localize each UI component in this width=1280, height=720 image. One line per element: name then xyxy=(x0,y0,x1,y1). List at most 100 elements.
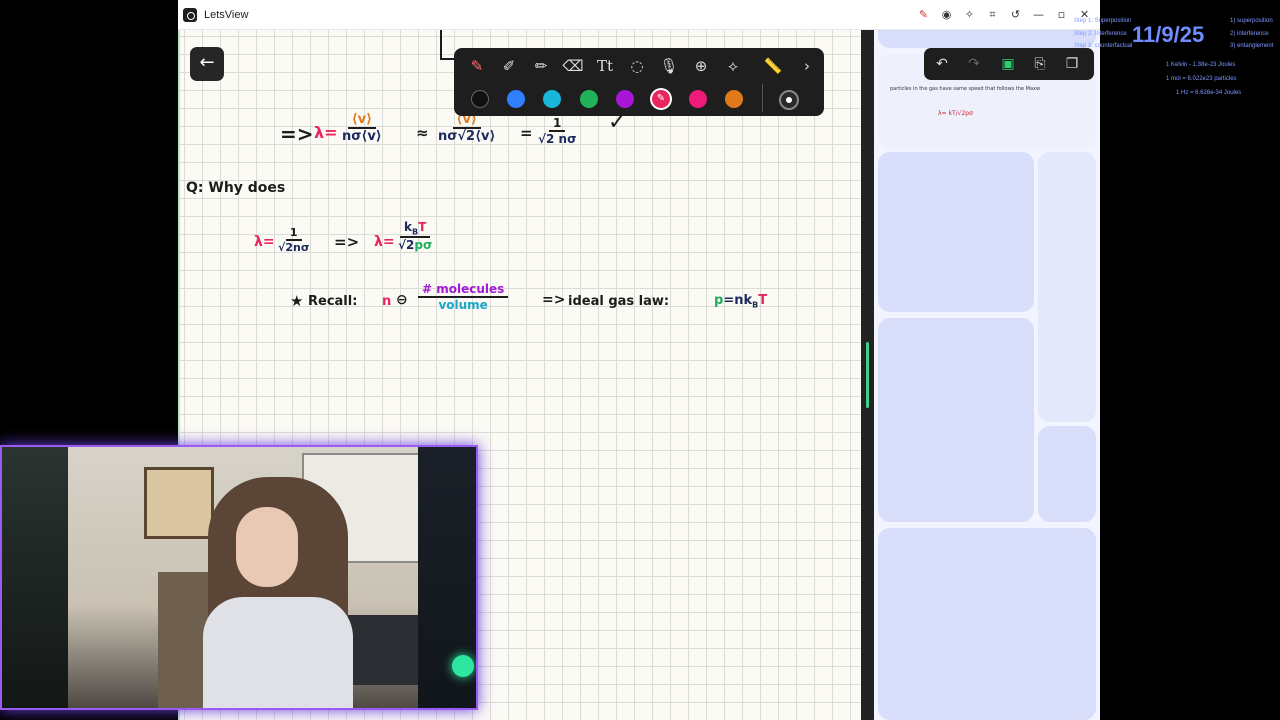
eraser-icon[interactable]: ⌫ xyxy=(560,53,586,79)
pen-icon[interactable]: ✎ xyxy=(464,53,490,79)
page-thumbnail[interactable] xyxy=(1038,426,1096,522)
mic-icon[interactable]: 🎙 xyxy=(656,53,682,79)
equals-n: =n xyxy=(723,293,744,308)
fraction-denominator: √2nσ xyxy=(278,241,310,254)
drawing-toolbar: ✎ ✐ ✏ ⌫ Tt ◌ 🎙 ⊕ ⟡ 📏 › ✎ xyxy=(454,48,824,116)
person-shirt xyxy=(203,597,353,708)
overlay-step: Step 2: Interference xyxy=(1074,31,1127,37)
color-swatch-green[interactable] xyxy=(580,90,598,108)
molecules-fraction: # molecules volume xyxy=(418,282,509,312)
k-symbol: k xyxy=(743,293,753,308)
picture-frame xyxy=(144,467,214,539)
shape-icon[interactable]: ⟡ xyxy=(720,53,746,79)
export-icon[interactable]: ⎘ xyxy=(1028,52,1052,76)
overlay-constant: 1 mol = 6.022e23 particles xyxy=(1166,76,1237,82)
fraction-numerator: 1 xyxy=(549,116,566,132)
t-symbol: T xyxy=(418,220,427,234)
approx-sign: ≈ xyxy=(416,124,429,142)
marker-icon[interactable]: ✐ xyxy=(496,53,522,79)
fraction-numerator: 1 xyxy=(285,226,302,241)
glow-orb xyxy=(452,655,474,677)
color-swatch-purple[interactable] xyxy=(616,90,634,108)
title-bar: LetsView ✎ ◉ ✧ ⌗ ↺ — ▫ ✕ xyxy=(178,0,1100,30)
recall-label: Recall: xyxy=(308,294,358,309)
fraction-2: ⟨v⟩ nσ√2⟨v⟩ xyxy=(434,112,499,144)
overlay-date: 11/9/25 xyxy=(1132,22,1205,47)
crop-icon[interactable]: ⌗ xyxy=(983,7,1002,23)
color-swatch-blue[interactable] xyxy=(507,90,525,108)
p-sigma: pσ xyxy=(414,238,433,253)
implies-arrow: => xyxy=(542,292,566,308)
question-text: Q: Why does xyxy=(186,180,286,196)
screen-icon[interactable]: ▣ xyxy=(996,52,1020,76)
lasso-icon[interactable]: ◌ xyxy=(624,53,650,79)
equals-sign: = xyxy=(520,124,533,142)
annotate-icon[interactable]: ✎ xyxy=(914,7,933,23)
fraction-1: ⟨v⟩ nσ⟨v⟩ xyxy=(338,112,386,144)
ruler-icon[interactable]: 📏 xyxy=(760,53,786,79)
maximize-icon[interactable]: ▫ xyxy=(1052,7,1071,23)
record-icon[interactable]: ◉ xyxy=(937,7,956,23)
color-swatch-cyan[interactable] xyxy=(543,90,561,108)
fraction-numerator: ⟨v⟩ xyxy=(347,112,377,129)
page-thumbnail[interactable] xyxy=(878,152,1034,312)
implies-arrow: => xyxy=(334,233,360,251)
minimize-icon[interactable]: — xyxy=(1029,7,1048,23)
color-swatch-black[interactable] xyxy=(471,90,489,108)
p-symbol: p xyxy=(714,293,724,308)
t-symbol: T xyxy=(758,293,768,308)
fraction-denominator: nσ√2⟨v⟩ xyxy=(438,129,496,144)
thumbnail-formula: λ= kT/√2pσ xyxy=(938,110,973,117)
webcam-feed xyxy=(0,445,478,710)
color-swatch-red[interactable]: ✎ xyxy=(652,90,670,108)
letsview-logo-icon xyxy=(183,7,197,22)
ideal-gas-law-formula: p=nkBT xyxy=(714,293,767,310)
overlay-step: Step 3: counterfactual xyxy=(1074,43,1133,49)
add-icon[interactable]: ⊕ xyxy=(688,53,714,79)
page-thumbnail[interactable] xyxy=(878,528,1096,720)
ideal-gas-law-label: ideal gas law: xyxy=(568,294,670,309)
defined-as-symbol: ⊖ xyxy=(396,292,408,308)
back-arrow-icon: ← xyxy=(199,52,215,73)
overlay-step: Step 1: Superposition xyxy=(1074,18,1132,24)
color-swatch-pink[interactable] xyxy=(689,90,707,108)
undo-icon[interactable]: ↶ xyxy=(930,52,954,76)
page-thumbnail[interactable] xyxy=(1038,152,1096,422)
pages-icon[interactable]: ❐ xyxy=(1060,52,1084,76)
page-toolbar: ↶ ↷ ▣ ⎘ ❐ xyxy=(924,48,1094,80)
webcam-border-art xyxy=(2,447,68,708)
back-button[interactable]: ← xyxy=(190,47,224,81)
text-icon[interactable]: Tt xyxy=(592,53,618,79)
implies-arrow: => xyxy=(280,122,314,146)
pin-icon[interactable]: ✧ xyxy=(960,7,979,23)
fraction-4: 1 √2nσ xyxy=(274,226,313,254)
fraction-denominator: nσ⟨v⟩ xyxy=(342,129,382,144)
fraction-denominator: volume xyxy=(438,298,488,312)
toolbar-separator xyxy=(762,84,763,112)
page-thumbnail[interactable] xyxy=(878,318,1034,522)
k-symbol: k xyxy=(404,220,412,234)
fraction-3: 1 √2 nσ xyxy=(534,116,580,146)
pencil-icon[interactable]: ✏ xyxy=(528,53,554,79)
fraction-denominator: √2 nσ xyxy=(538,132,577,146)
lambda-symbol: λ= xyxy=(314,123,338,142)
redo-icon[interactable]: ↷ xyxy=(962,52,986,76)
overlay-topic: 2) interference xyxy=(1230,31,1269,37)
color-swatch-orange[interactable] xyxy=(725,90,743,108)
overlay-topic: 1) superposition xyxy=(1230,18,1273,24)
thumbnail-text: particles in the gas have same speed tha… xyxy=(890,86,1041,92)
page-thumbnails-panel: particles in the gas have same speed tha… xyxy=(874,30,1100,720)
page-thumbnail[interactable] xyxy=(878,30,1096,48)
history-icon[interactable]: ↺ xyxy=(1006,7,1025,23)
fraction-5: kBT √2pσ xyxy=(394,220,436,252)
next-icon[interactable]: › xyxy=(794,53,820,79)
scroll-indicator[interactable] xyxy=(866,342,869,408)
lambda-symbol: λ= xyxy=(254,234,275,250)
sqrt-two: √2 xyxy=(398,238,415,253)
recall-n: n xyxy=(382,294,392,309)
star-icon: ★ xyxy=(290,292,304,310)
overlay-constant: 1 Kelvin - 1.38e-23 Joules xyxy=(1166,62,1236,68)
person-face xyxy=(236,507,298,587)
stroke-size-button[interactable] xyxy=(779,90,799,110)
overlay-constant: 1 Hz = 6.626e-34 Joules xyxy=(1176,90,1242,96)
